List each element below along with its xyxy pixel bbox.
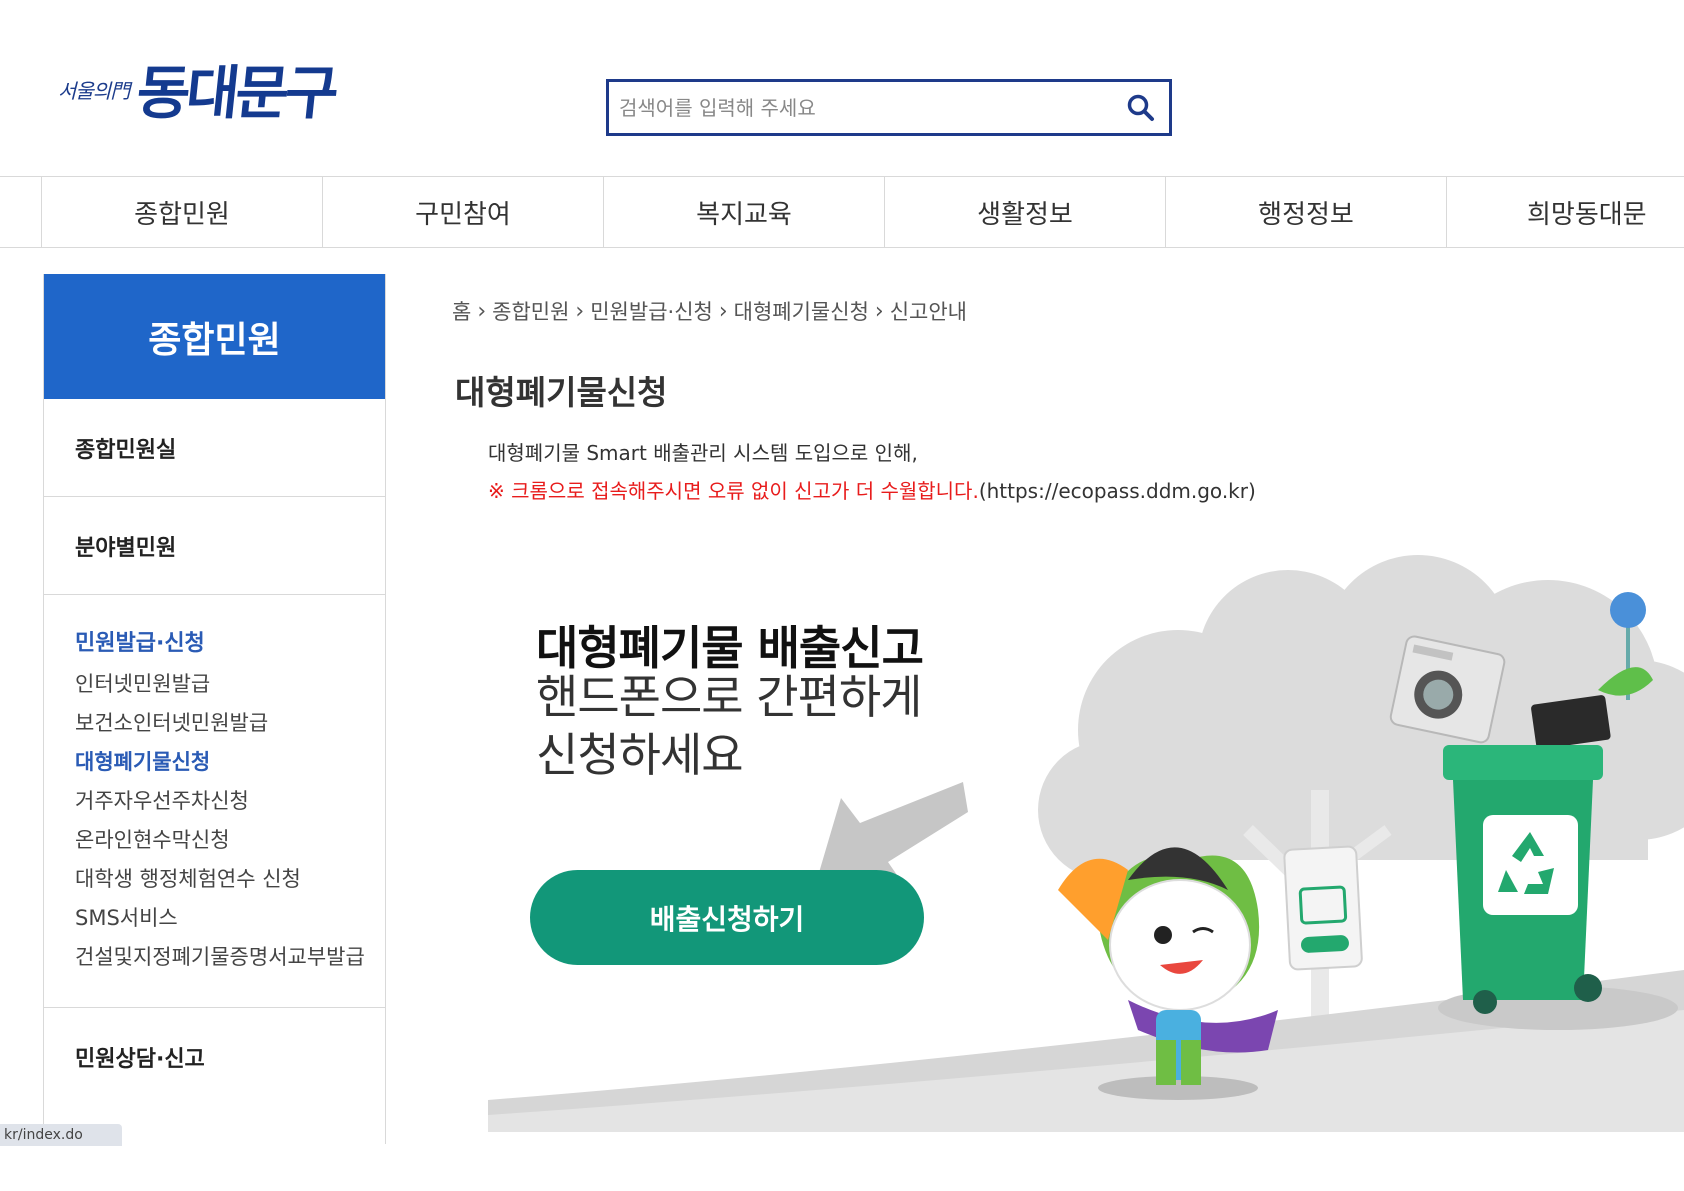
side-nav-sub-health[interactable]: 보건소인터넷민원발급: [75, 704, 385, 743]
chevron-right-icon: ›: [575, 298, 585, 324]
side-nav-item-field[interactable]: 분야별민원: [75, 530, 176, 562]
side-nav-sub-banner[interactable]: 온라인현수막신청: [75, 821, 385, 860]
logo-wordmark: 동대문구: [133, 59, 339, 127]
logo-tagline: 서울의門: [58, 79, 130, 103]
nav-item-life[interactable]: 생활정보: [884, 177, 1165, 247]
notice-text: 대형폐기물 Smart 배출관리 시스템 도입으로 인해,: [488, 441, 918, 465]
notice-warning: ※ 크롬으로 접속해주시면 오류 없이 신고가 더 수월합니다.(https:/…: [488, 475, 1256, 504]
side-nav: 종합민원 종합민원실 분야별민원 민원발급·신청 인터넷민원발급 보건소인터넷민…: [43, 274, 386, 1144]
side-nav-item-civil-office[interactable]: 종합민원실: [75, 432, 176, 464]
site-logo[interactable]: 서울의門 동대문구: [58, 59, 339, 127]
side-nav-sub-parking[interactable]: 거주자우선주차신청: [75, 782, 385, 821]
side-nav-sub-sms[interactable]: SMS서비스: [75, 899, 385, 938]
side-nav-sub-waste[interactable]: 대형폐기물신청: [75, 743, 385, 782]
banner-subtext-line: 핸드폰으로 간편하게: [536, 670, 923, 724]
side-nav-section: 민원발급·신청 인터넷민원발급 보건소인터넷민원발급 대형폐기물신청 거주자우선…: [44, 595, 385, 1008]
breadcrumb-item[interactable]: 종합민원: [492, 296, 569, 326]
side-nav-section: 민원상담·신고: [44, 1008, 385, 1106]
side-nav-item-consult[interactable]: 민원상담·신고: [75, 1041, 205, 1073]
breadcrumb-current[interactable]: 신고안내: [890, 296, 967, 326]
side-nav-title: 종합민원: [44, 274, 385, 399]
nav-item-welfare[interactable]: 복지교육: [603, 177, 884, 247]
notice-url: (https://ecopass.ddm.go.kr): [978, 479, 1256, 503]
breadcrumb-item[interactable]: 대형폐기물신청: [734, 296, 869, 326]
breadcrumb-item[interactable]: 민원발급·신청: [590, 296, 713, 326]
side-nav-item-issue[interactable]: 민원발급·신청: [75, 625, 385, 657]
banner-subtext: 핸드폰으로 간편하게 신청하세요: [536, 668, 923, 784]
chevron-right-icon: ›: [874, 298, 884, 324]
nav-item-admin[interactable]: 행정정보: [1165, 177, 1446, 247]
breadcrumb-home[interactable]: 홈: [452, 296, 471, 326]
notice-warning-text: ※ 크롬으로 접속해주시면 오류 없이 신고가 더 수월합니다.: [488, 479, 979, 503]
waste-banner: 대형폐기물 배출신고 핸드폰으로 간편하게 신청하세요 배출신청하기: [488, 540, 1684, 1132]
search-button[interactable]: [1113, 82, 1169, 133]
search-box: [606, 79, 1172, 136]
apply-disposal-button[interactable]: 배출신청하기: [530, 870, 924, 965]
banner-subtext-line: 신청하세요: [536, 728, 744, 782]
main-nav: 종합민원 구민참여 복지교육 생활정보 행정정보 희망동대문: [0, 176, 1684, 248]
nav-item-civil[interactable]: 종합민원: [41, 177, 322, 247]
side-nav-sub-intern[interactable]: 대학생 행정체험연수 신청: [75, 860, 385, 899]
side-nav-section: 종합민원실: [44, 399, 385, 497]
nav-item-hope[interactable]: 희망동대문: [1446, 177, 1684, 247]
breadcrumb: 홈 › 종합민원 › 민원발급·신청 › 대형폐기물신청 › 신고안내: [452, 296, 967, 326]
page-title: 대형폐기물신청: [455, 373, 668, 412]
search-input[interactable]: [609, 82, 1113, 133]
search-icon: [1127, 94, 1154, 121]
side-nav-section: 분야별민원: [44, 497, 385, 595]
site-header: 서울의門 동대문구: [0, 0, 1684, 176]
side-nav-sub-internet[interactable]: 인터넷민원발급: [75, 665, 385, 704]
chevron-right-icon: ›: [718, 298, 728, 324]
side-nav-sub-construction[interactable]: 건설및지정폐기물증명서교부발급: [75, 938, 385, 977]
status-bar-url: kr/index.do: [0, 1124, 122, 1146]
nav-item-participation[interactable]: 구민참여: [322, 177, 603, 247]
chevron-right-icon: ›: [477, 298, 487, 324]
